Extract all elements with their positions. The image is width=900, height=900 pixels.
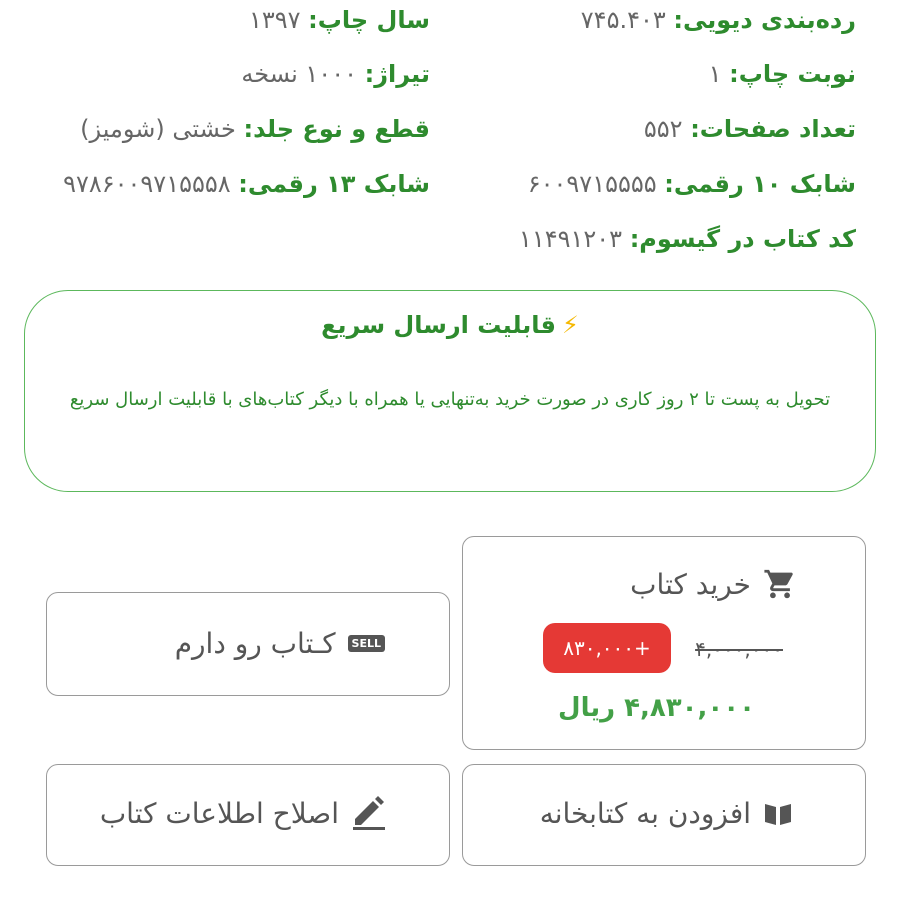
- spec-value: ۱: [708, 60, 722, 88]
- spec-print-run: نوبت چاپ: ۱: [709, 58, 856, 90]
- spec-value: ۱۳۹۷: [248, 6, 301, 34]
- edit-book-info-button[interactable]: اصلاح اطلاعات کتاب: [46, 764, 450, 866]
- lightning-icon: ⚡: [562, 311, 579, 339]
- spec-label: شابک ۱۳ رقمی:: [238, 170, 430, 198]
- spec-circulation: تیراژ: ۱۰۰۰ نسخه: [241, 58, 430, 90]
- spec-label: کد کتاب در گیسوم:: [629, 225, 856, 253]
- spec-value: ۵۵۲: [643, 115, 683, 143]
- spec-label: تعداد صفحات:: [690, 115, 856, 143]
- spec-gisoom-code: کد کتاب در گیسوم: ۱۱۴۹۱۲۰۳: [519, 223, 856, 255]
- have-book-button[interactable]: SELL کـتاب رو دارم: [46, 592, 450, 696]
- have-book-label: کـتاب رو دارم: [174, 627, 336, 660]
- spec-label: رده‌بندی دیویی:: [673, 6, 856, 34]
- cart-icon: [763, 567, 797, 601]
- edit-book-info-label: اصلاح اطلاعات کتاب: [99, 796, 339, 830]
- spec-label: شابک ۱۰ رقمی:: [664, 170, 856, 198]
- spec-dewey: رده‌بندی دیویی: ۷۴۵.۴۰۳: [581, 4, 856, 36]
- spec-isbn13: شابک ۱۳ رقمی: ۹۷۸۶۰۰۹۷۱۵۵۵۸: [63, 168, 430, 200]
- spec-isbn10: شابک ۱۰ رقمی: ۶۰۰۹۷۱۵۵۵۵: [528, 168, 856, 200]
- spec-label: قطع و نوع جلد:: [243, 115, 430, 143]
- buy-book-label: خرید کتاب: [630, 567, 751, 601]
- spec-value: ۹۷۸۶۰۰۹۷۱۵۵۵۸: [63, 170, 231, 198]
- edit-book-info-content: اصلاح اطلاعات کتاب: [100, 795, 385, 831]
- add-to-library-label: افزودن به کتابخانه: [539, 797, 751, 830]
- add-to-library-button[interactable]: افزودن به کتابخانه: [462, 764, 866, 866]
- old-price: ۴,۰۰۰,۰۰۰: [695, 637, 783, 661]
- sell-icon: SELL: [347, 635, 385, 652]
- spec-value: خشتی (شومیز): [80, 115, 236, 143]
- spec-value: ۱۱۴۹۱۲۰۳: [518, 225, 623, 253]
- spec-label: نوبت چاپ:: [729, 60, 856, 88]
- book-open-icon: [763, 801, 793, 827]
- buy-book-card[interactable]: خرید کتاب ۴,۰۰۰,۰۰۰ +۸۳۰,۰۰۰ ۴,۸۳۰,۰۰۰ ر…: [462, 536, 866, 750]
- fast-shipping-title-text: قابلیت ارسال سریع: [321, 311, 556, 339]
- spec-label: تیراژ:: [364, 60, 430, 88]
- spec-label: سال چاپ:: [308, 6, 430, 34]
- spec-print-year: سال چاپ: ۱۳۹۷: [249, 4, 430, 36]
- spec-value: ۷۴۵.۴۰۳: [580, 6, 666, 34]
- spec-size-binding: قطع و نوع جلد: خشتی (شومیز): [80, 113, 430, 145]
- spec-value: ۶۰۰۹۷۱۵۵۵۵: [527, 170, 657, 198]
- pencil-icon: [351, 795, 385, 831]
- fast-shipping-description: تحویل به پست تا ۲ روز کاری در صورت خرید …: [69, 389, 831, 410]
- fast-shipping-title: ⚡قابلیت ارسال سریع: [25, 311, 875, 339]
- spec-value: ۱۰۰۰ نسخه: [241, 60, 357, 88]
- have-book-content: SELL کـتاب رو دارم: [175, 627, 385, 660]
- fast-shipping-box: ⚡قابلیت ارسال سریع تحویل به پست تا ۲ روز…: [24, 290, 876, 492]
- add-to-library-content: افزودن به کتابخانه: [540, 797, 793, 830]
- buy-book-header: خرید کتاب: [630, 567, 797, 601]
- spec-pages: تعداد صفحات: ۵۵۲: [644, 113, 856, 145]
- final-price: ۴,۸۳۰,۰۰۰ ریال: [558, 693, 755, 723]
- discount-badge: +۸۳۰,۰۰۰: [543, 623, 671, 673]
